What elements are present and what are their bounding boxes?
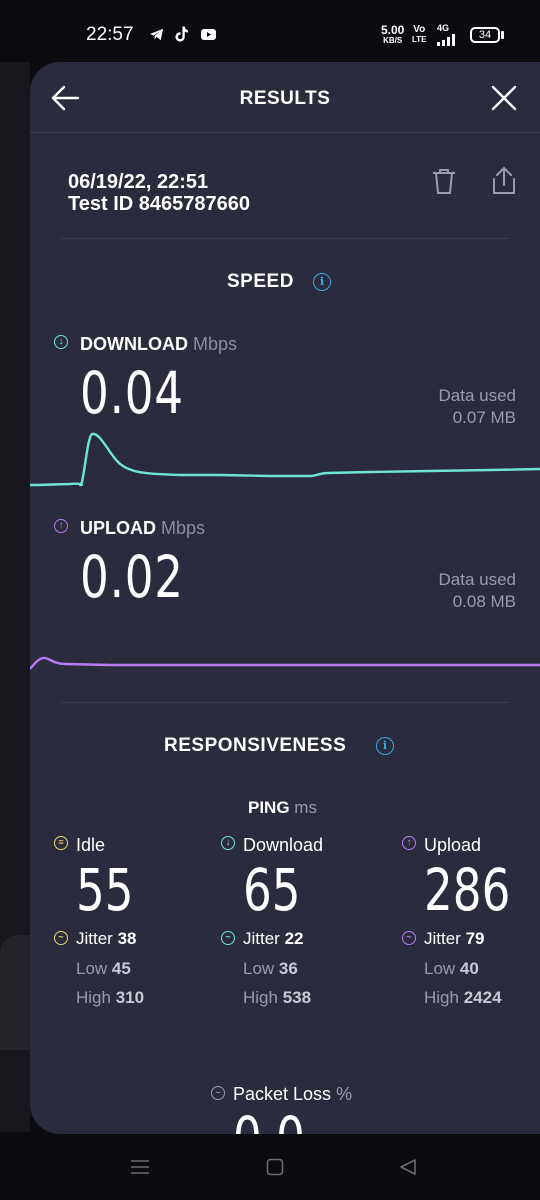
- status-bar: 22:57 5.00 KB/S Vo LTE 4G 34: [0, 0, 540, 62]
- jitter-icon: ~: [221, 931, 235, 945]
- battery-tip: [501, 31, 504, 39]
- download-high: High 538: [243, 988, 312, 1007]
- jitter-icon: ~: [54, 931, 68, 945]
- idle-icon: ≡: [54, 836, 68, 850]
- upload-low: Low 40: [424, 959, 479, 978]
- idle-jitter: Jitter 38: [76, 929, 137, 948]
- background-card: [0, 935, 30, 1050]
- ping-download-value: 65: [243, 856, 301, 924]
- volte-indicator: Vo LTE: [412, 24, 427, 44]
- ping-idle-value: 55: [76, 856, 134, 924]
- upload-arrow-icon: ↑: [54, 519, 68, 533]
- ping-upload-value: 286: [424, 856, 511, 924]
- download-low: Low 36: [243, 959, 298, 978]
- share-icon[interactable]: [490, 166, 518, 196]
- upload-arrow-icon: ↑: [402, 836, 416, 850]
- info-icon[interactable]: i: [376, 737, 394, 755]
- page-title: RESULTS: [239, 88, 331, 109]
- results-card: RESULTS 06/19/22, 22:51 Test ID 84657876…: [30, 62, 540, 1134]
- download-label: DOWNLOAD Mbps: [80, 334, 238, 354]
- ping-idle-label: Idle: [76, 835, 106, 855]
- speed-title: SPEED: [227, 271, 294, 292]
- ping-upload-label: Upload: [424, 835, 482, 855]
- packet-loss-label: Packet Loss %: [233, 1084, 353, 1104]
- close-icon[interactable]: [490, 84, 518, 112]
- ping-label: PING ms: [248, 798, 317, 817]
- back-icon[interactable]: [399, 1158, 417, 1176]
- idle-low: Low 45: [76, 959, 131, 978]
- tiktok-icon: [175, 26, 189, 42]
- responsiveness-title: RESPONSIVENESS: [164, 735, 347, 756]
- trash-icon[interactable]: [431, 168, 457, 196]
- download-jitter: Jitter 22: [243, 929, 304, 948]
- status-time: 22:57: [86, 24, 134, 45]
- network-speed: 5.00 KB/S: [381, 23, 405, 45]
- download-value: 0.04: [80, 359, 184, 427]
- packet-loss-value: 0.0: [233, 1104, 305, 1134]
- packet-loss-icon: ~: [211, 1086, 225, 1100]
- upload-graph: [30, 656, 540, 670]
- download-graph: [30, 432, 540, 487]
- battery-indicator: 34: [470, 27, 500, 43]
- header-divider: [30, 132, 540, 133]
- signal-indicator: 4G: [437, 24, 459, 46]
- telegram-icon: [149, 28, 164, 41]
- upload-jitter: Jitter 79: [424, 929, 485, 948]
- signal-bars-icon: [437, 34, 455, 46]
- test-id: Test ID 8465787660: [68, 193, 250, 215]
- navigation-bar: [0, 1134, 540, 1200]
- upload-high: High 2424: [424, 988, 502, 1007]
- speed-divider: [60, 702, 510, 703]
- upload-value: 0.02: [80, 543, 184, 611]
- test-datetime: 06/19/22, 22:51: [68, 171, 209, 193]
- youtube-icon: [201, 29, 216, 40]
- recents-icon[interactable]: [130, 1159, 150, 1175]
- upload-label: UPLOAD Mbps: [80, 518, 206, 538]
- idle-high: High 310: [76, 988, 145, 1007]
- info-icon[interactable]: i: [313, 273, 331, 291]
- download-arrow-icon: ↓: [221, 836, 235, 850]
- jitter-icon: ~: [402, 931, 416, 945]
- home-icon[interactable]: [266, 1158, 284, 1176]
- upload-data-used: Data used 0.08 MB: [438, 570, 517, 611]
- download-arrow-icon: ↓: [54, 335, 68, 349]
- info-divider: [60, 238, 510, 239]
- ping-download-label: Download: [243, 835, 324, 855]
